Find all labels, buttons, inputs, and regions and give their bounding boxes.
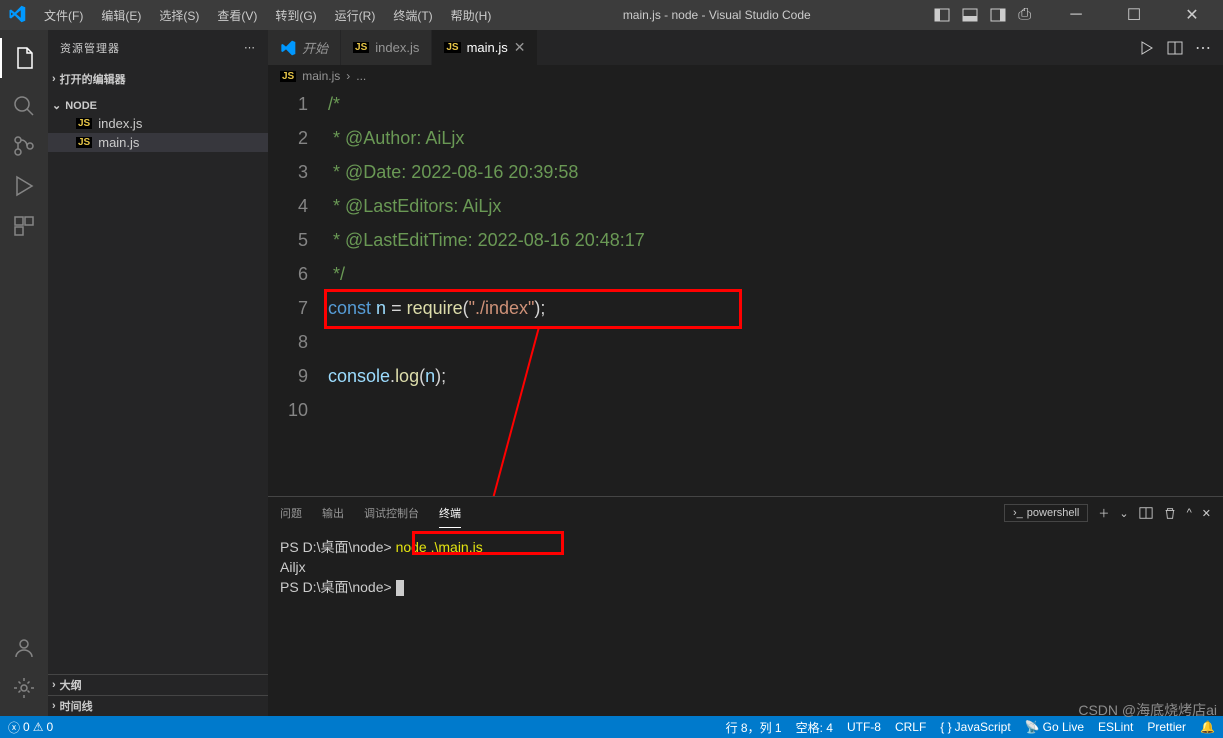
sidebar-title: 资源管理器 (60, 40, 120, 56)
js-file-icon: JS (76, 118, 92, 129)
search-icon[interactable] (12, 94, 36, 118)
terminal-shell-selector[interactable]: ›_ powershell (1004, 504, 1088, 522)
menu-selection[interactable]: 选择(S) (151, 3, 207, 28)
file-index-js[interactable]: JS index.js (48, 114, 268, 133)
minimize-icon[interactable]: ─ (1053, 0, 1099, 30)
panel-tab-problems[interactable]: 问题 (280, 499, 302, 527)
titlebar: 文件(F) 编辑(E) 选择(S) 查看(V) 转到(G) 运行(R) 终端(T… (0, 0, 1223, 30)
tab-index-js[interactable]: JS index.js (341, 30, 432, 65)
status-encoding[interactable]: UTF-8 (847, 720, 881, 734)
menu-terminal[interactable]: 终端(T) (385, 3, 440, 28)
js-file-icon: JS (280, 71, 296, 82)
close-tab-icon[interactable]: ✕ (514, 39, 526, 56)
layout-right-icon[interactable] (990, 7, 1006, 23)
menu-help[interactable]: 帮助(H) (443, 3, 500, 28)
outline-section[interactable]: › 大纲 (48, 674, 268, 695)
tab-main-js[interactable]: JS main.js ✕ (432, 30, 538, 65)
layout-left-icon[interactable] (934, 7, 950, 23)
timeline-section[interactable]: › 时间线 (48, 695, 268, 716)
panel-close-icon[interactable]: ✕ (1202, 507, 1211, 520)
menu-file[interactable]: 文件(F) (36, 3, 91, 28)
status-notifications-icon[interactable]: 🔔 (1200, 720, 1215, 734)
new-terminal-icon[interactable]: ＋ (1098, 505, 1109, 521)
breadcrumb[interactable]: JS main.js › ... (268, 65, 1223, 87)
layout-customize-icon[interactable]: ⎙ (1018, 6, 1031, 24)
tab-welcome[interactable]: 开始 (268, 30, 341, 65)
line-numbers: 12345 678910 (268, 87, 328, 496)
explorer-icon[interactable] (0, 38, 48, 78)
settings-icon[interactable] (12, 676, 36, 700)
status-cursor-pos[interactable]: 行 8，列 1 (726, 719, 782, 736)
panel-maximize-icon[interactable]: ^ (1187, 507, 1192, 519)
status-golive[interactable]: 📡Go Live (1025, 720, 1084, 734)
maximize-icon[interactable]: ☐ (1111, 0, 1157, 30)
sidebar-more-icon[interactable]: ⋯ (244, 41, 256, 54)
kill-terminal-icon[interactable] (1163, 506, 1177, 520)
code-content[interactable]: /* * @Author: AiLjx * @Date: 2022-08-16 … (328, 87, 1223, 496)
extensions-icon[interactable] (12, 214, 36, 238)
panel-tab-output[interactable]: 输出 (322, 499, 344, 527)
vscode-logo-icon (8, 5, 28, 25)
js-file-icon: JS (444, 42, 460, 53)
status-eslint[interactable]: ESLint (1098, 720, 1133, 734)
js-file-icon: JS (353, 42, 369, 53)
project-section[interactable]: ⌄ NODE (48, 97, 268, 114)
more-actions-icon[interactable]: ⋯ (1195, 38, 1211, 58)
file-main-js[interactable]: JS main.js (48, 133, 268, 152)
chevron-right-icon: › (52, 700, 56, 712)
panel-tab-terminal[interactable]: 终端 (439, 499, 461, 528)
menu-bar: 文件(F) 编辑(E) 选择(S) 查看(V) 转到(G) 运行(R) 终端(T… (36, 3, 499, 28)
chevron-right-icon: › (52, 73, 56, 85)
split-editor-icon[interactable] (1167, 40, 1183, 56)
status-errors[interactable]: ⓧ0 ⚠0 (8, 719, 53, 736)
menu-go[interactable]: 转到(G) (267, 3, 324, 28)
window-title: main.js - node - Visual Studio Code (499, 8, 934, 22)
status-eol[interactable]: CRLF (895, 720, 926, 734)
terminal-dropdown-icon[interactable]: ⌄ (1119, 507, 1128, 520)
activity-bar (0, 30, 48, 716)
bottom-panel: 问题 输出 调试控制台 终端 ›_ powershell ＋ ⌄ ^ ✕ PS … (268, 496, 1223, 716)
menu-edit[interactable]: 编辑(E) (93, 3, 149, 28)
vscode-icon (280, 40, 296, 56)
menu-view[interactable]: 查看(V) (209, 3, 265, 28)
explorer-sidebar: 资源管理器 ⋯ › 打开的编辑器 ⌄ NODE JS index.js JS m… (48, 30, 268, 716)
split-terminal-icon[interactable] (1139, 506, 1153, 520)
close-icon[interactable]: ✕ (1169, 0, 1215, 30)
status-bar: ⓧ0 ⚠0 行 8，列 1 空格: 4 UTF-8 CRLF { } JavaS… (0, 716, 1223, 738)
chevron-right-icon: › (52, 679, 56, 691)
editor-body[interactable]: 12345 678910 /* * @Author: AiLjx * @Date… (268, 87, 1223, 496)
status-prettier[interactable]: Prettier (1147, 720, 1186, 734)
chevron-down-icon: ⌄ (52, 99, 61, 112)
status-language[interactable]: { } JavaScript (940, 720, 1010, 734)
layout-bottom-icon[interactable] (962, 7, 978, 23)
run-file-icon[interactable] (1139, 40, 1155, 56)
error-icon: ⓧ (8, 719, 20, 736)
editor-tabs: 开始 JS index.js JS main.js ✕ ⋯ (268, 30, 1223, 65)
open-editors-section[interactable]: › 打开的编辑器 (48, 69, 268, 89)
terminal-icon: ›_ (1013, 507, 1023, 519)
warning-icon: ⚠ (33, 720, 44, 734)
minimap[interactable] (1143, 87, 1223, 496)
broadcast-icon: 📡 (1025, 720, 1040, 734)
terminal-cursor (396, 580, 404, 596)
status-indentation[interactable]: 空格: 4 (796, 719, 833, 736)
terminal-content[interactable]: PS D:\桌面\node> node .\main.js Ailjx PS D… (268, 529, 1223, 716)
menu-run[interactable]: 运行(R) (327, 3, 384, 28)
js-file-icon: JS (76, 137, 92, 148)
run-debug-icon[interactable] (12, 174, 36, 198)
account-icon[interactable] (12, 636, 36, 660)
panel-tab-debug[interactable]: 调试控制台 (364, 499, 419, 527)
source-control-icon[interactable] (12, 134, 36, 158)
